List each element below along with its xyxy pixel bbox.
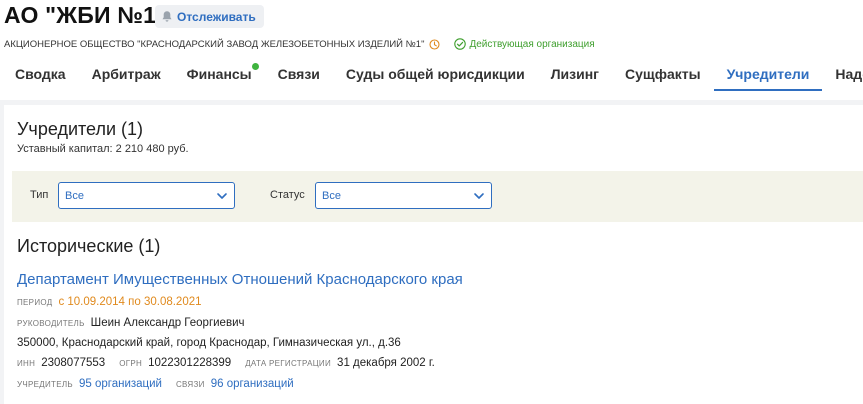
registration-date-value: 31 декабря 2002 г. — [337, 357, 435, 369]
company-subtitle: АКЦИОНЕРНОЕ ОБЩЕСТВО "КРАСНОДАРСКИЙ ЗАВО… — [4, 37, 595, 51]
registration-date-label: ДАТА РЕГИСТРАЦИИ — [245, 359, 332, 368]
address-row: 350000, Краснодарский край, город Красно… — [17, 337, 401, 349]
authorized-capital: Уставный капитал: 2 210 480 руб. — [17, 143, 189, 155]
tab-label: Суды общей юрисдикции — [345, 65, 525, 82]
tab-label: Арбитраж — [91, 65, 161, 82]
bell-icon — [161, 10, 173, 23]
head-label: РУКОВОДИТЕЛЬ — [17, 319, 85, 328]
tab-label: Сводка — [15, 65, 66, 82]
founders-title: Учредители (1) — [17, 119, 144, 139]
tab-label: Финансы — [186, 65, 252, 82]
tab-label: Сущфакты — [625, 65, 701, 82]
period-row: ПЕРИОД с 10.09.2014 по 30.08.2021 — [17, 296, 202, 308]
relations-row: УЧРЕДИТЕЛЬ 95 организаций СВЯЗИ 96 орган… — [17, 378, 294, 390]
tab-reliability[interactable]: Надежность — [822, 58, 863, 89]
tab-label: Лизинг — [550, 65, 600, 82]
tab-label: Связи — [277, 65, 320, 82]
inn-value: 2308077553 — [41, 357, 106, 369]
tab-general-courts[interactable]: Суды общей юрисдикции — [333, 58, 538, 89]
status-text: Действующая организация — [469, 38, 595, 50]
clock-icon[interactable] — [429, 38, 441, 50]
chevron-down-icon — [217, 193, 227, 199]
filter-bar: Тип Все Статус Все — [12, 171, 863, 222]
head-row: РУКОВОДИТЕЛЬ Шеин Александр Георгиевич — [17, 317, 244, 329]
chevron-down-icon — [474, 193, 484, 199]
follow-label: Отслеживать — [177, 9, 256, 24]
historical-title: Исторические (1) — [17, 236, 161, 256]
links-count-label: СВЯЗИ — [175, 380, 205, 389]
ogrn-label: ОГРН — [119, 359, 143, 368]
new-indicator-dot — [251, 63, 259, 70]
page-title: АО "ЖБИ №1" — [4, 2, 168, 28]
ogrn-value: 1022301228399 — [148, 357, 232, 369]
tab-founders[interactable]: Учредители — [713, 58, 823, 91]
tab-links[interactable]: Связи — [265, 58, 333, 89]
head-value: Шеин Александр Георгиевич — [90, 317, 245, 329]
type-select[interactable]: Все — [58, 182, 235, 209]
check-circle-icon — [454, 38, 467, 50]
follow-button[interactable]: Отслеживать — [155, 5, 264, 28]
period-value: с 10.09.2014 по 30.08.2021 — [58, 296, 202, 308]
tab-finance[interactable]: Финансы — [174, 58, 265, 89]
status-badge: Действующая организация — [454, 38, 595, 50]
ids-row: ИНН 2308077553 ОГРН 1022301228399 ДАТА Р… — [17, 357, 435, 369]
section-tabs: Сводка Арбитраж Финансы Связи Суды общей… — [0, 58, 863, 91]
linked-orgs-link[interactable]: 96 организаций — [211, 378, 294, 390]
status-select-value: Все — [322, 189, 341, 202]
status-filter-label: Статус — [270, 189, 305, 201]
founder-orgs-link[interactable]: 95 организаций — [79, 378, 162, 390]
period-label: ПЕРИОД — [17, 298, 53, 307]
address-value: 350000, Краснодарский край, город Красно… — [17, 337, 401, 349]
tab-label: Учредители — [726, 65, 810, 82]
type-select-value: Все — [65, 189, 84, 202]
founder-name-link[interactable]: Департамент Имущественных Отношений Крас… — [17, 271, 463, 288]
tab-label: Надежность — [835, 65, 863, 82]
inn-label: ИНН — [17, 359, 36, 368]
type-filter-label: Тип — [30, 189, 49, 201]
tab-arbitration[interactable]: Арбитраж — [79, 58, 174, 89]
founder-count-label: УЧРЕДИТЕЛЬ — [17, 380, 73, 389]
company-full-name: АКЦИОНЕРНОЕ ОБЩЕСТВО "КРАСНОДАРСКИЙ ЗАВО… — [4, 38, 425, 50]
tab-summary[interactable]: Сводка — [0, 58, 79, 89]
company-header: АО "ЖБИ №1" Отслеживать АКЦИОНЕРНОЕ ОБЩЕ… — [0, 0, 863, 100]
status-select[interactable]: Все — [315, 182, 492, 209]
tab-material-facts[interactable]: Сущфакты — [612, 58, 714, 89]
tab-leasing[interactable]: Лизинг — [538, 58, 612, 89]
founders-card: Учредители (1) Уставный капитал: 2 210 4… — [4, 105, 863, 404]
